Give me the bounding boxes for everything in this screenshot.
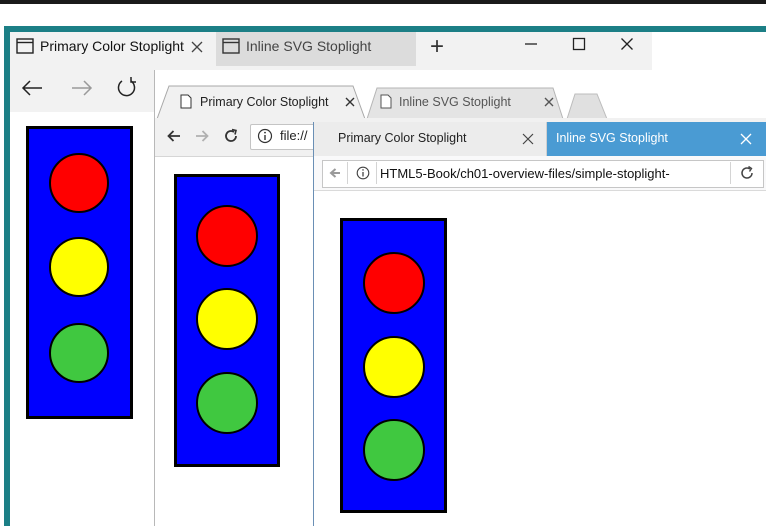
red-light [363,252,425,314]
reload-icon[interactable] [739,165,755,181]
minimize-icon[interactable] [524,36,538,52]
page-icon [180,94,192,109]
refresh-icon[interactable] [116,76,138,100]
info-icon[interactable] [356,166,370,180]
yellow-light [196,288,258,350]
reload-icon[interactable] [222,127,240,145]
arrow-left-icon[interactable] [328,166,342,180]
red-light [49,153,109,213]
green-light [196,372,258,434]
url-divider [376,162,377,184]
chrome-address-text: file:// [280,128,308,143]
chrome-tab-primary-label[interactable]: Primary Color Stoplight [200,95,329,109]
firefox-stoplight [340,218,447,513]
page-icon [222,38,240,54]
yellow-light [49,237,109,297]
top-rule [0,0,766,4]
close-icon[interactable] [344,96,356,108]
page-icon [380,94,392,109]
arrow-right-icon[interactable] [70,78,94,98]
firefox-tab-primary-label: Primary Color Stoplight [338,131,467,145]
chrome-tab-inline-label[interactable]: Inline SVG Stoplight [399,95,511,109]
edge-tab-primary-label: Primary Color Stoplight [40,38,184,54]
close-icon[interactable] [190,40,204,54]
yellow-light [363,336,425,398]
url-divider [730,162,731,184]
arrow-left-icon[interactable] [20,78,44,98]
close-icon[interactable] [543,96,555,108]
firefox-tab-inline-label: Inline SVG Stoplight [556,131,668,145]
close-icon[interactable] [740,133,752,145]
edge-stoplight [26,126,133,419]
arrow-right-icon[interactable] [194,128,210,144]
close-icon[interactable] [620,37,634,51]
page-icon [16,38,34,54]
new-tab-button[interactable]: + [430,32,444,62]
green-light [49,323,109,383]
firefox-url-text: HTML5-Book/ch01-overview-files/simple-st… [380,166,670,181]
green-light [363,419,425,481]
close-icon[interactable] [522,133,534,145]
url-divider [347,162,348,184]
info-icon[interactable] [257,128,273,144]
maximize-icon[interactable] [572,37,586,51]
red-light [196,205,258,267]
chrome-stoplight [174,174,280,467]
edge-tab-inline-label: Inline SVG Stoplight [246,38,372,54]
arrow-left-icon[interactable] [166,128,182,144]
